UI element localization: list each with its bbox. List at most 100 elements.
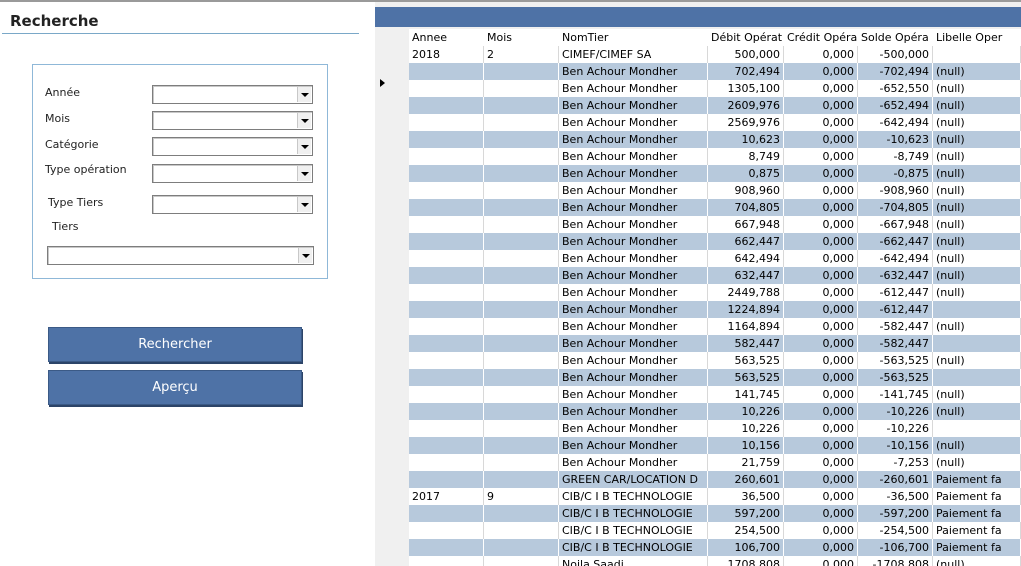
cell-nomtier[interactable]: Ben Achour Mondher bbox=[559, 148, 708, 165]
cell-debit[interactable]: 141,745 bbox=[708, 386, 784, 403]
cell-mois[interactable] bbox=[484, 97, 559, 114]
cell-solde[interactable]: -642,494 bbox=[858, 114, 933, 131]
cell-debit[interactable]: 8,749 bbox=[708, 148, 784, 165]
cell-debit[interactable]: 704,805 bbox=[708, 199, 784, 216]
cell-annee[interactable] bbox=[409, 318, 484, 335]
cell-debit[interactable]: 36,500 bbox=[708, 488, 784, 505]
column-header-mois[interactable]: Mois bbox=[487, 29, 559, 46]
cell-annee[interactable] bbox=[409, 420, 484, 437]
column-header-libelle[interactable]: Libelle Oper bbox=[936, 29, 1021, 46]
cell-libelle[interactable]: (null) bbox=[933, 63, 1021, 80]
cell-solde[interactable]: -652,550 bbox=[858, 80, 933, 97]
column-header-debit[interactable]: Débit Opérat bbox=[711, 29, 784, 46]
cell-nomtier[interactable]: CIB/C I B TECHNOLOGIE bbox=[559, 505, 708, 522]
cell-solde[interactable]: -106,700 bbox=[858, 539, 933, 556]
cell-libelle[interactable]: (null) bbox=[933, 403, 1021, 420]
cell-solde[interactable]: -612,447 bbox=[858, 284, 933, 301]
cell-libelle[interactable] bbox=[933, 420, 1021, 437]
cell-debit[interactable]: 1708,808 bbox=[708, 556, 784, 566]
cell-debit[interactable]: 662,447 bbox=[708, 233, 784, 250]
table-row[interactable]: Ben Achour Mondher 563,525 0,000 -563,525 (n… bbox=[409, 352, 1021, 369]
table-row[interactable]: Ben Achour Mondher 10,623 0,000 -10,623 (nul… bbox=[409, 131, 1021, 148]
cell-credit[interactable]: 0,000 bbox=[784, 505, 858, 522]
cell-mois[interactable] bbox=[484, 80, 559, 97]
table-row[interactable]: Ben Achour Mondher 1164,894 0,000 -582,447(… bbox=[409, 318, 1021, 335]
cell-libelle[interactable] bbox=[933, 369, 1021, 386]
chevron-down-icon[interactable] bbox=[297, 139, 311, 154]
column-header-annee[interactable]: Annee bbox=[412, 29, 484, 46]
categorie-combo[interactable] bbox=[152, 137, 313, 156]
cell-credit[interactable]: 0,000 bbox=[784, 420, 858, 437]
cell-mois[interactable] bbox=[484, 471, 559, 488]
table-row[interactable]: GREEN CAR/LOCATION D 260,601 0,000 -260,601… bbox=[409, 471, 1021, 488]
cell-libelle[interactable]: Paiement fa bbox=[933, 488, 1021, 505]
cell-annee[interactable]: 2017 bbox=[409, 488, 484, 505]
cell-annee[interactable] bbox=[409, 454, 484, 471]
cell-libelle[interactable]: Paiement fa bbox=[933, 505, 1021, 522]
rechercher-button[interactable]: Rechercher bbox=[48, 327, 302, 362]
cell-nomtier[interactable]: Ben Achour Mondher bbox=[559, 131, 708, 148]
chevron-down-icon[interactable] bbox=[297, 113, 311, 128]
cell-libelle[interactable]: (null) bbox=[933, 199, 1021, 216]
cell-solde[interactable]: -563,525 bbox=[858, 352, 933, 369]
column-header-credit[interactable]: Crédit Opéra bbox=[787, 29, 858, 46]
cell-solde[interactable]: -702,494 bbox=[858, 63, 933, 80]
cell-nomtier[interactable]: Ben Achour Mondher bbox=[559, 437, 708, 454]
table-row[interactable]: Ben Achour Mondher 632,447 0,000 -632,447 (n… bbox=[409, 267, 1021, 284]
cell-nomtier[interactable]: Ben Achour Mondher bbox=[559, 352, 708, 369]
cell-debit[interactable]: 0,875 bbox=[708, 165, 784, 182]
cell-credit[interactable]: 0,000 bbox=[784, 199, 858, 216]
cell-credit[interactable]: 0,000 bbox=[784, 114, 858, 131]
cell-solde[interactable]: -36,500 bbox=[858, 488, 933, 505]
cell-annee[interactable] bbox=[409, 97, 484, 114]
cell-credit[interactable]: 0,000 bbox=[784, 131, 858, 148]
cell-debit[interactable]: 632,447 bbox=[708, 267, 784, 284]
cell-mois[interactable] bbox=[484, 63, 559, 80]
cell-annee[interactable] bbox=[409, 369, 484, 386]
cell-debit[interactable]: 563,525 bbox=[708, 352, 784, 369]
cell-annee[interactable] bbox=[409, 182, 484, 199]
cell-mois[interactable] bbox=[484, 352, 559, 369]
cell-annee[interactable] bbox=[409, 199, 484, 216]
table-row[interactable]: Ben Achour Mondher 2569,976 0,000 -642,494(… bbox=[409, 114, 1021, 131]
cell-debit[interactable]: 1305,100 bbox=[708, 80, 784, 97]
cell-credit[interactable]: 0,000 bbox=[784, 148, 858, 165]
cell-credit[interactable]: 0,000 bbox=[784, 488, 858, 505]
cell-nomtier[interactable]: CIB/C I B TECHNOLOGIE bbox=[559, 488, 708, 505]
cell-debit[interactable]: 1164,894 bbox=[708, 318, 784, 335]
cell-libelle[interactable] bbox=[933, 46, 1021, 63]
cell-debit[interactable]: 260,601 bbox=[708, 471, 784, 488]
cell-solde[interactable]: -260,601 bbox=[858, 471, 933, 488]
cell-credit[interactable]: 0,000 bbox=[784, 471, 858, 488]
cell-annee[interactable] bbox=[409, 403, 484, 420]
cell-solde[interactable]: -582,447 bbox=[858, 318, 933, 335]
cell-solde[interactable]: -563,525 bbox=[858, 369, 933, 386]
table-row[interactable]: Ben Achour Mondher 21,759 0,000 -7,253 (null… bbox=[409, 454, 1021, 471]
cell-mois[interactable] bbox=[484, 539, 559, 556]
cell-credit[interactable]: 0,000 bbox=[784, 369, 858, 386]
cell-annee[interactable] bbox=[409, 250, 484, 267]
table-row[interactable]: CIB/C I B TECHNOLOGIE 254,500 0,000 -254,50… bbox=[409, 522, 1021, 539]
cell-nomtier[interactable]: Ben Achour Mondher bbox=[559, 250, 708, 267]
cell-credit[interactable]: 0,000 bbox=[784, 301, 858, 318]
cell-annee[interactable] bbox=[409, 131, 484, 148]
cell-annee[interactable] bbox=[409, 437, 484, 454]
table-row[interactable]: Ben Achour Mondher 1305,100 0,000 -652,550(… bbox=[409, 80, 1021, 97]
cell-libelle[interactable] bbox=[933, 335, 1021, 352]
cell-mois[interactable] bbox=[484, 318, 559, 335]
cell-credit[interactable]: 0,000 bbox=[784, 386, 858, 403]
cell-annee[interactable] bbox=[409, 522, 484, 539]
cell-credit[interactable]: 0,000 bbox=[784, 216, 858, 233]
cell-nomtier[interactable]: GREEN CAR/LOCATION D bbox=[559, 471, 708, 488]
table-row[interactable]: Ben Achour Mondher 702,494 0,000 -702,494 (n… bbox=[409, 63, 1021, 80]
cell-nomtier[interactable]: Ben Achour Mondher bbox=[559, 301, 708, 318]
chevron-down-icon[interactable] bbox=[297, 197, 311, 212]
cell-libelle[interactable]: (null) bbox=[933, 318, 1021, 335]
cell-libelle[interactable]: Paiement fa bbox=[933, 522, 1021, 539]
cell-nomtier[interactable]: Ben Achour Mondher bbox=[559, 284, 708, 301]
cell-nomtier[interactable]: Ben Achour Mondher bbox=[559, 369, 708, 386]
cell-credit[interactable]: 0,000 bbox=[784, 165, 858, 182]
table-row[interactable]: 2017 9 CIB/C I B TECHNOLOGIE 36,500 0,000 -36… bbox=[409, 488, 1021, 505]
apercu-button[interactable]: Aperçu bbox=[48, 370, 302, 405]
cell-mois[interactable]: 2 bbox=[484, 46, 559, 63]
